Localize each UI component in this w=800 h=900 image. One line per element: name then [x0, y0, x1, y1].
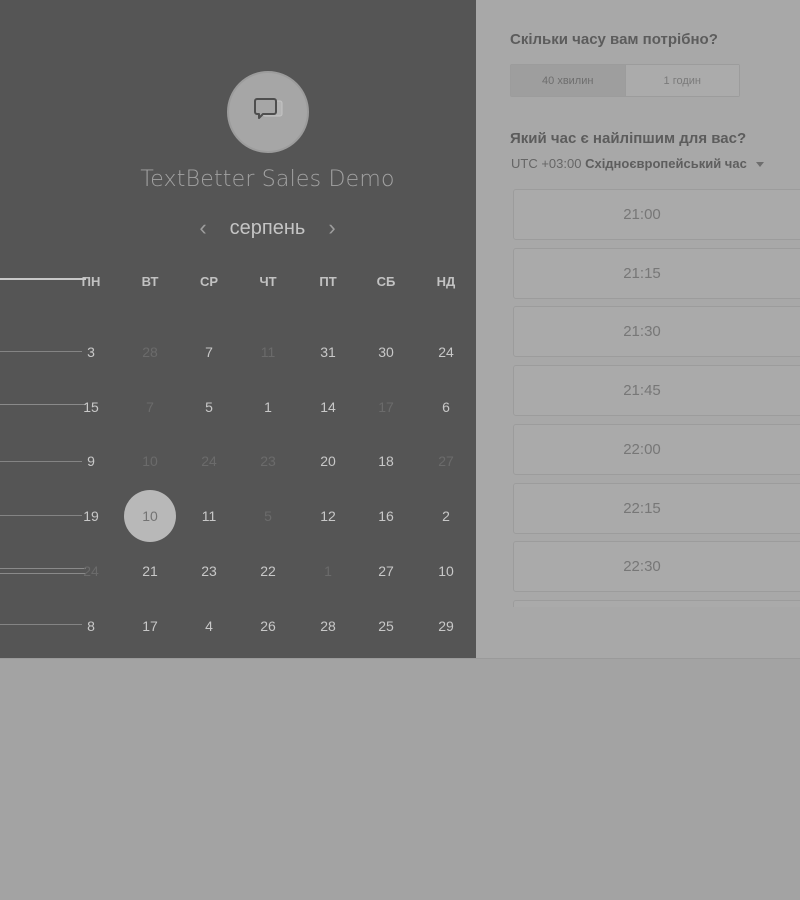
calendar-day: 24	[83, 563, 99, 579]
calendar-day[interactable]: 14	[303, 382, 353, 432]
calendar-day: 10	[142, 453, 158, 469]
calendar-day: 28	[142, 344, 158, 360]
calendar-day: 5	[264, 508, 272, 524]
calendar-day[interactable]: 6	[421, 382, 471, 432]
time-slot-button[interactable]: 21:15	[513, 247, 800, 299]
calendar-day[interactable]: 25	[361, 601, 411, 651]
calendar-day[interactable]: 11	[184, 491, 234, 541]
calendar-day: 7	[146, 399, 154, 415]
timezone-selector[interactable]: UTC +03:00 Східноєвропейський час	[511, 156, 765, 171]
calendar-day: 17	[378, 399, 394, 415]
calendar-day[interactable]: 2	[421, 491, 471, 541]
time-slot-button[interactable]: 22:30	[513, 541, 800, 593]
divider	[0, 658, 800, 659]
time-slot-button[interactable]: 21:45	[513, 365, 800, 417]
weekday-label: НД	[436, 274, 456, 289]
time-slot-list: 21:00 21:15 21:30 21:45 22:00 22:15 22:30	[513, 189, 800, 607]
calendar-day[interactable]: 15	[66, 382, 116, 432]
calendar-day: 23	[260, 453, 276, 469]
calendar-day[interactable]: 4	[184, 601, 234, 651]
time-question: Який час є найліпшим для вас?	[510, 130, 747, 147]
month-label: серпень	[229, 216, 306, 239]
weekday-label: ВТ	[141, 274, 159, 289]
calendar-day[interactable]: 30	[361, 327, 411, 377]
calendar-day: 27	[438, 453, 454, 469]
weekday-label: СБ	[376, 274, 396, 289]
calendar-day[interactable]: 28	[303, 601, 353, 651]
calendar-day: 11	[260, 344, 276, 360]
calendar-day[interactable]: 31	[303, 327, 353, 377]
calendar-day[interactable]: 17	[125, 601, 175, 651]
calendar-day[interactable]: 18	[361, 436, 411, 486]
duration-question: Скільки часу вам потрібно?	[510, 31, 718, 48]
calendar-day[interactable]: 24	[421, 327, 471, 377]
chat-bubble-icon	[254, 98, 283, 119]
chevron-right-icon[interactable]: ›	[319, 217, 345, 239]
calendar-day[interactable]: 12	[303, 491, 353, 541]
calendar-day[interactable]: 23	[184, 546, 234, 596]
calendar-day[interactable]: 21	[125, 546, 175, 596]
calendar-day[interactable]: 5	[184, 382, 234, 432]
duration-option-1-hour[interactable]: 1 годин	[625, 65, 739, 96]
event-title: TextBetter Sales Demo	[140, 167, 395, 192]
decorative-line	[0, 278, 86, 280]
chevron-left-icon[interactable]: ‹	[190, 217, 216, 239]
calendar-day[interactable]: 22	[243, 546, 293, 596]
time-slot-button[interactable]: 21:30	[513, 306, 800, 358]
calendar-day-selected[interactable]: 10	[124, 490, 176, 542]
time-slot-button[interactable]: 22:15	[513, 482, 800, 534]
time-slot-button[interactable]: 22:00	[513, 423, 800, 475]
timezone-name: Східноєвропейський час	[585, 156, 747, 171]
calendar-day[interactable]: 3	[66, 327, 116, 377]
month-navigation: ‹ серпень ›	[190, 212, 345, 244]
calendar-day[interactable]: 1	[243, 382, 293, 432]
calendar-day[interactable]: 9	[66, 436, 116, 486]
calendar-day[interactable]: 8	[66, 601, 116, 651]
calendar-day[interactable]: 29	[421, 601, 471, 651]
duration-option-40-min[interactable]: 40 хвилин	[511, 65, 626, 96]
calendar-day: 24	[201, 453, 217, 469]
time-slot-button[interactable]: 21:00	[513, 189, 800, 240]
calendar-day[interactable]: 7	[184, 327, 234, 377]
time-slot-button[interactable]	[513, 599, 800, 607]
duration-selector: 40 хвилин 1 годин	[510, 64, 740, 97]
event-avatar	[227, 71, 309, 153]
weekday-label: ПН	[81, 274, 101, 289]
calendar-day[interactable]: 19	[66, 491, 116, 541]
calendar-day: 1	[324, 563, 332, 579]
calendar-day[interactable]: 26	[243, 601, 293, 651]
calendar-day[interactable]: 20	[303, 436, 353, 486]
weekday-label: СР	[199, 274, 219, 289]
weekday-label: ПТ	[319, 274, 337, 289]
caret-down-icon	[756, 162, 765, 168]
timezone-offset: UTC +03:00	[511, 156, 582, 171]
calendar-day[interactable]: 10	[421, 546, 471, 596]
weekday-label: ЧТ	[259, 274, 277, 289]
calendar-day[interactable]: 16	[361, 491, 411, 541]
calendar-day[interactable]: 27	[361, 546, 411, 596]
